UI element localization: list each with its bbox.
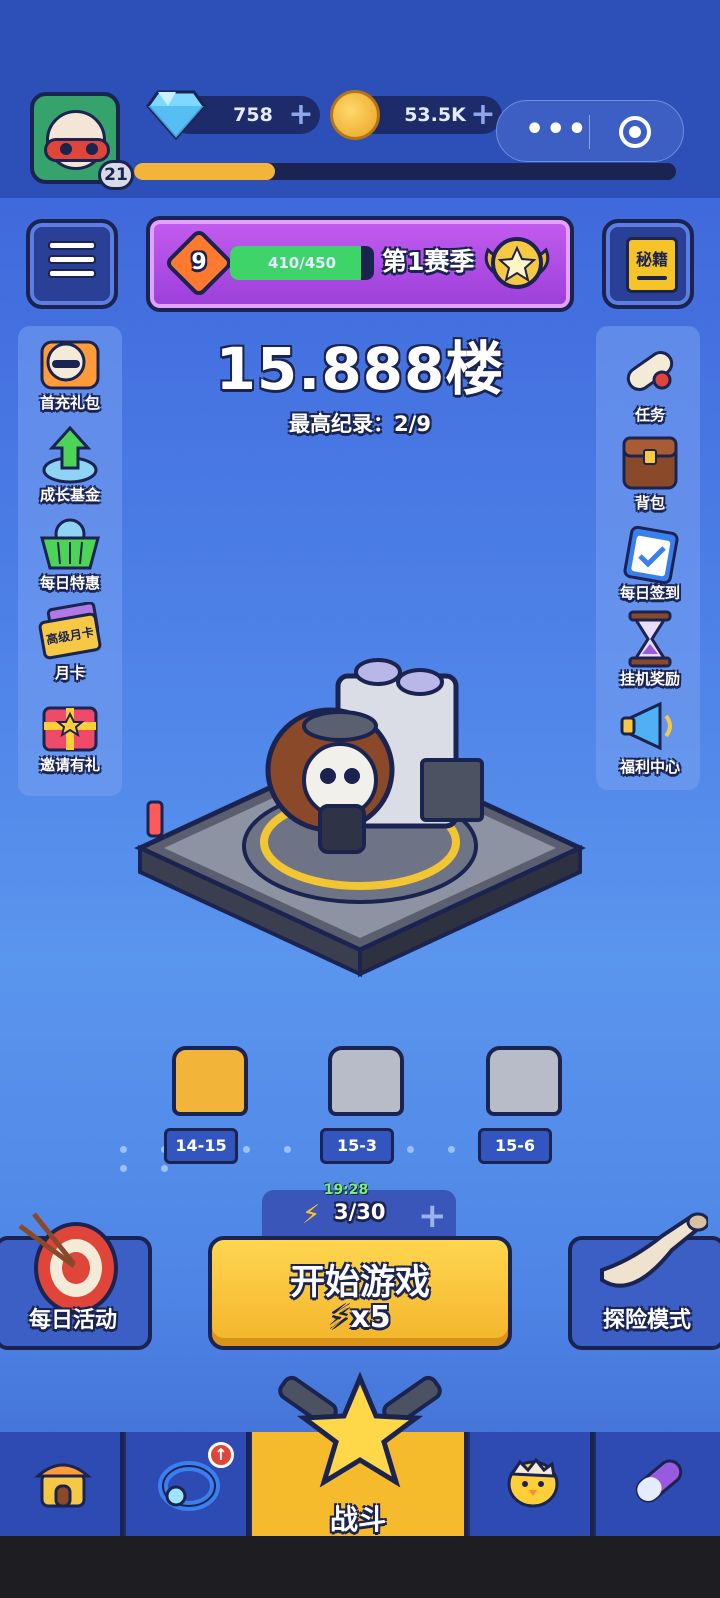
- archery-target-icon: [18, 1212, 118, 1314]
- explore-mode-button[interactable]: 探险模式: [568, 1212, 720, 1350]
- tasks-label: 任务: [634, 406, 665, 424]
- daily-deal-button[interactable]: 每日特惠: [18, 512, 122, 600]
- book-stripe: [637, 276, 667, 280]
- backpack-label: 背包: [634, 494, 665, 512]
- growth-fund-button[interactable]: 成长基金: [18, 424, 122, 512]
- invite-gift-button[interactable]: 邀请有礼: [18, 694, 122, 782]
- start-game-label: 开始游戏: [289, 1263, 430, 1303]
- season-progress-text: 410/450: [267, 254, 337, 272]
- capsule-divider: [589, 115, 590, 149]
- avatar-mask: [44, 138, 110, 162]
- start-game-cost-value: x5: [350, 1300, 391, 1335]
- shop-icon: [34, 1463, 92, 1508]
- reward-chest[interactable]: 15-3: [320, 1046, 410, 1166]
- xp-fill: [134, 163, 275, 180]
- list-menu-icon: [48, 241, 96, 283]
- tab-equipment[interactable]: ↑: [126, 1432, 250, 1536]
- chest-stage-label: 15-3: [320, 1128, 394, 1164]
- upgrade-badge-icon: ↑: [208, 1442, 234, 1468]
- megaphone-icon: [620, 701, 672, 751]
- clipboard-icon: [623, 525, 679, 584]
- first-charge-gift-label: 首充礼包: [39, 394, 100, 412]
- best-record: 最高纪录：2/9: [289, 412, 431, 436]
- daily-checkin-label: 每日签到: [619, 584, 680, 602]
- chest-stage-label: 15-6: [478, 1128, 552, 1164]
- tab-shop[interactable]: [0, 1432, 124, 1536]
- tab-battle-label: 战斗: [329, 1503, 386, 1536]
- avatar-eye-icon: [86, 143, 98, 155]
- gift-box-icon: [42, 706, 98, 752]
- horn-icon: [600, 1212, 708, 1288]
- start-game-cost: ⚡x5: [212, 1300, 508, 1335]
- lightning-icon: ⚡: [329, 1300, 351, 1335]
- welfare-center-label: 福利中心: [619, 758, 680, 776]
- scroll-icon: [626, 351, 674, 391]
- daily-activity-label: 每日活动: [28, 1308, 117, 1333]
- growth-fund-label: 成长基金: [39, 486, 100, 504]
- miniapp-capsule: •••: [496, 100, 684, 162]
- tab-pets[interactable]: [470, 1432, 594, 1536]
- gem-count: 758: [233, 104, 273, 126]
- silver-chest-icon: [486, 1046, 562, 1116]
- season-progress-bar: 410/450: [230, 246, 374, 280]
- reward-chest[interactable]: 15-6: [478, 1046, 568, 1166]
- explore-mode-label: 探险模式: [602, 1308, 691, 1333]
- secret-book-label: 秘籍: [635, 250, 668, 269]
- diamond-icon: [146, 90, 206, 140]
- star-cannon-icon: [278, 1371, 442, 1488]
- player-level-badge: 21: [98, 160, 134, 190]
- silver-chest-icon: [328, 1046, 404, 1116]
- daily-deal-label: 每日特惠: [39, 574, 100, 592]
- chick-egg-icon: [507, 1457, 559, 1508]
- basket-icon: [40, 518, 100, 570]
- bottom-tab-bar: ↑ 战斗: [0, 1371, 720, 1536]
- backpack-button[interactable]: 背包: [598, 432, 702, 520]
- system-nav-area: [0, 1536, 720, 1598]
- chest-stage-label: 14-15: [164, 1128, 238, 1164]
- start-game-button[interactable]: 开始游戏 ⚡x5: [208, 1236, 512, 1350]
- daily-checkin-button[interactable]: 每日签到: [598, 522, 702, 610]
- xp-bar: [134, 163, 676, 180]
- reward-chest[interactable]: 14-15: [164, 1046, 254, 1166]
- ellipsis-icon[interactable]: •••: [525, 115, 589, 145]
- coin-icon: [330, 90, 380, 140]
- tasks-button[interactable]: 任务: [598, 344, 702, 432]
- invite-gift-label: 邀请有礼: [39, 756, 100, 774]
- add-gems-button[interactable]: +: [288, 100, 314, 130]
- idle-reward-button[interactable]: 挂机奖励: [598, 608, 702, 696]
- gift-pack-icon: [40, 340, 100, 390]
- menu-button[interactable]: [26, 219, 118, 309]
- lightning-icon: ⚡: [302, 1200, 321, 1230]
- first-charge-gift-button[interactable]: 首充礼包: [18, 332, 122, 420]
- season-title: 第1赛季: [382, 247, 475, 276]
- floor-title: 15.888楼: [215, 335, 505, 403]
- capsule-icon: [635, 1459, 683, 1503]
- season-rank: 9: [191, 250, 207, 275]
- target-icon[interactable]: [619, 116, 651, 148]
- add-coins-button[interactable]: +: [470, 100, 496, 130]
- tab-items[interactable]: [596, 1432, 720, 1536]
- growth-fund-icon: [42, 425, 98, 484]
- tab-battle[interactable]: 战斗: [252, 1371, 468, 1536]
- add-energy-button[interactable]: +: [418, 1196, 447, 1236]
- avatar-eye-icon: [60, 143, 72, 155]
- energy-timer: 19:28: [323, 1182, 369, 1198]
- hero-platform: [134, 658, 586, 978]
- backpack-icon: [622, 436, 678, 490]
- hourglass-icon: [628, 610, 672, 668]
- coin-count: 53.5K: [404, 104, 466, 126]
- season-star-emblem-icon: [484, 237, 550, 289]
- month-card-icon: 高级月卡: [38, 602, 102, 660]
- month-card-label: 月卡: [54, 664, 85, 682]
- energy-count: 3/30: [334, 1200, 386, 1224]
- book-icon: 秘籍: [626, 237, 678, 293]
- welfare-center-button[interactable]: 福利中心: [598, 696, 702, 784]
- energy-panel: 19:28 ⚡ 3/30 +: [262, 1182, 456, 1238]
- secret-book-button[interactable]: 秘籍: [602, 219, 694, 309]
- season-panel[interactable]: 9 410/450 第1赛季: [146, 216, 574, 312]
- gold-chest-icon: [172, 1046, 248, 1116]
- idle-reward-label: 挂机奖励: [619, 670, 680, 688]
- month-card-button[interactable]: 高级月卡 月卡: [18, 602, 122, 690]
- daily-activity-button[interactable]: 每日活动: [0, 1212, 152, 1350]
